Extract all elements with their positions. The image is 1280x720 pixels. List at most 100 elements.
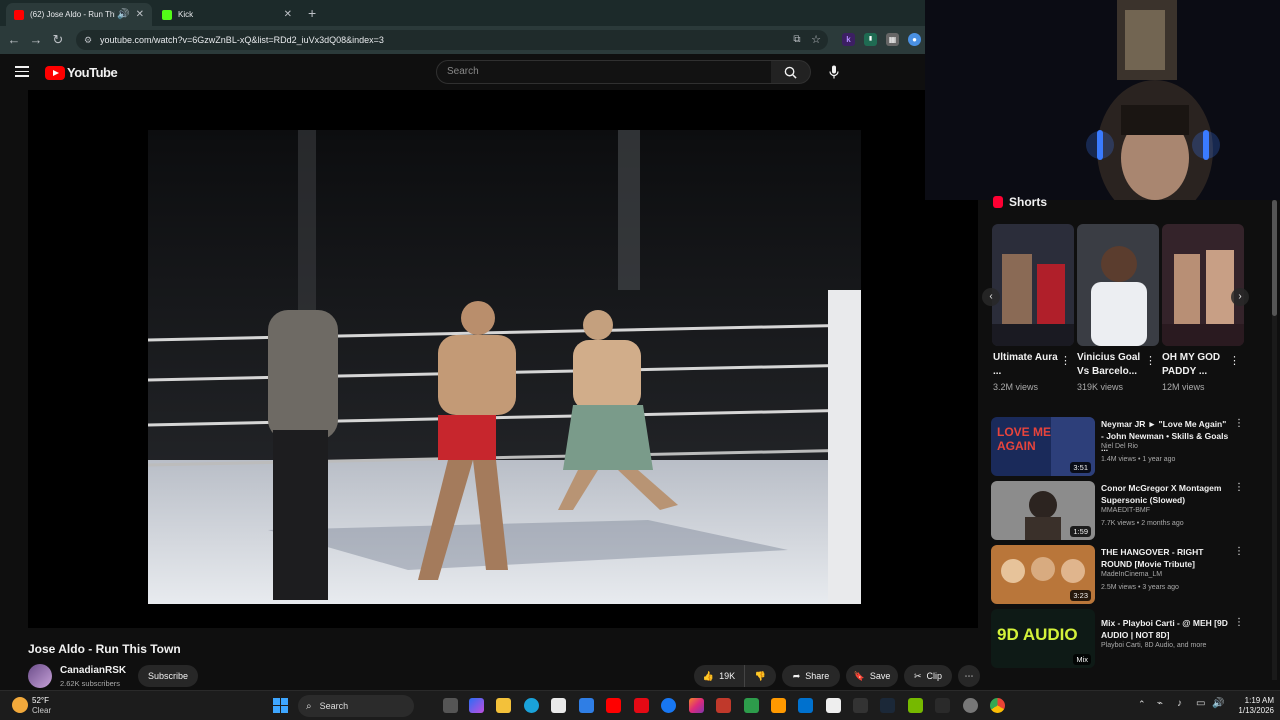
video-frame[interactable]	[148, 130, 861, 604]
extension-puzzle-icon[interactable]: ▦	[886, 33, 899, 46]
microphone-tray-icon[interactable]: ♪	[1177, 698, 1182, 709]
copilot-icon[interactable]	[469, 698, 484, 713]
dislike-button[interactable]: 👎	[744, 665, 776, 687]
tray-app-icon[interactable]: ⌁	[1157, 698, 1163, 709]
rec-thumbnail[interactable]: 3:23	[991, 545, 1095, 604]
chevron-up-icon[interactable]: ⌃	[1138, 699, 1146, 710]
like-button[interactable]: 👍 19K	[694, 665, 744, 687]
volume-icon[interactable]: 🔊	[1212, 698, 1224, 709]
scissors-icon: ✂	[913, 670, 922, 681]
weather-temperature[interactable]: 52°F	[32, 696, 49, 705]
youtube-header: YouTube Search	[0, 54, 925, 90]
task-view-icon[interactable]	[443, 698, 458, 713]
rec-channel[interactable]: MadeInCinema_LM	[1101, 571, 1162, 578]
youtube-logo[interactable]: YouTube	[45, 65, 118, 80]
short-title[interactable]: Ultimate Aura ...	[993, 351, 1059, 379]
more-vertical-icon[interactable]: ⋮	[1234, 482, 1244, 493]
settings-gear-icon[interactable]	[963, 698, 978, 713]
channel-avatar[interactable]	[28, 664, 52, 688]
more-vertical-icon[interactable]: ⋮	[1060, 354, 1071, 367]
more-actions-button[interactable]: ⋯	[958, 665, 980, 687]
share-button[interactable]: ➦ Share	[782, 665, 840, 687]
shorts-next-button[interactable]: ›	[1231, 288, 1249, 306]
rec-channel[interactable]: Niel Del Rio	[1101, 443, 1138, 450]
clock-time[interactable]: 1:19 AM	[1234, 696, 1274, 705]
extension-k-icon[interactable]: k	[842, 33, 855, 46]
search-input[interactable]: Search	[436, 60, 772, 84]
short-thumbnail[interactable]	[992, 224, 1074, 346]
netflix-icon[interactable]	[634, 698, 649, 713]
calendar-app-icon[interactable]	[716, 698, 731, 713]
epic-games-icon[interactable]	[935, 698, 950, 713]
forward-arrow-icon[interactable]: →	[28, 32, 44, 47]
clip-button[interactable]: ✂ Clip	[904, 665, 952, 687]
boxing-ring-scene	[148, 130, 861, 604]
shorts-prev-button[interactable]: ‹	[982, 288, 1000, 306]
network-icon[interactable]: ▭	[1196, 698, 1205, 709]
short-title[interactable]: Vinicius Goal Vs Barcelo...	[1077, 351, 1143, 379]
close-tab-icon[interactable]: ✕	[136, 9, 144, 20]
site-info-icon[interactable]: ⚙	[84, 35, 94, 46]
rec-title[interactable]: Mix - Playboi Carti - @ MEH [9D AUDIO | …	[1101, 617, 1231, 641]
subscribe-button[interactable]: Subscribe	[138, 665, 198, 687]
chrome-icon[interactable]	[990, 698, 1005, 713]
roblox-icon[interactable]	[826, 698, 841, 713]
nvidia-icon[interactable]	[908, 698, 923, 713]
extension-blue-icon[interactable]: ●	[908, 33, 921, 46]
speaker-icon: 🔊	[117, 9, 130, 20]
share-label: Share	[805, 671, 830, 681]
file-explorer-icon[interactable]	[496, 698, 511, 713]
search-icon	[784, 66, 797, 79]
facebook-icon[interactable]	[661, 698, 676, 713]
walmart-icon[interactable]	[798, 698, 813, 713]
taskbar-search[interactable]: ⌕ Search	[298, 695, 414, 717]
rec-channel[interactable]: MMAEDIT-BMF	[1101, 507, 1150, 514]
reload-icon[interactable]: ↻	[50, 32, 66, 48]
short-thumbnail[interactable]	[1077, 224, 1159, 346]
short-thumbnail-image	[1077, 224, 1159, 346]
rec-thumbnail[interactable]: 1:59	[991, 481, 1095, 540]
browser-tab-strip: (62) Jose Aldo - Run This To 🔊 ✕ Kick ✕ …	[0, 0, 925, 26]
amazon-icon[interactable]	[771, 698, 786, 713]
bookmark-star-icon[interactable]: ☆	[808, 33, 824, 46]
edge-browser-icon[interactable]	[524, 698, 539, 713]
new-tab-button[interactable]: +	[308, 5, 316, 21]
microsoft-store-icon[interactable]	[551, 698, 566, 713]
short-title[interactable]: OH MY GOD PADDY ...	[1162, 351, 1228, 379]
hamburger-menu-icon[interactable]	[15, 66, 29, 77]
rec-title[interactable]: Conor McGregor X Montagem Supersonic (Sl…	[1101, 482, 1231, 506]
rec-title[interactable]: THE HANGOVER - RIGHT ROUND [Movie Tribut…	[1101, 546, 1231, 570]
more-vertical-icon[interactable]: ⋮	[1229, 354, 1240, 367]
windows-start-icon[interactable]	[273, 698, 288, 713]
extension-meter-icon[interactable]: ▮	[864, 33, 877, 46]
address-bar[interactable]: ⚙ youtube.com/watch?v=6GzwZnBL-xQ&list=R…	[76, 30, 828, 50]
tab-title: Kick	[178, 10, 194, 19]
app-icon[interactable]	[744, 698, 759, 713]
more-vertical-icon[interactable]: ⋮	[1234, 546, 1244, 557]
install-app-icon[interactable]: ⧉	[789, 34, 805, 45]
back-arrow-icon[interactable]: ←	[6, 32, 22, 47]
more-vertical-icon[interactable]: ⋮	[1145, 354, 1156, 367]
tab-youtube[interactable]: (62) Jose Aldo - Run This To 🔊 ✕	[6, 3, 152, 26]
channel-name[interactable]: CanadianRSK	[60, 665, 126, 676]
rec-thumbnail[interactable]: LOVE ME AGAIN 3:51	[991, 417, 1095, 476]
steam-icon[interactable]	[880, 698, 895, 713]
rec-thumbnail[interactable]: 9D AUDIO Mix	[991, 609, 1095, 668]
short-thumbnail[interactable]	[1162, 224, 1244, 346]
instagram-icon[interactable]	[689, 698, 704, 713]
weather-moon-icon[interactable]	[12, 697, 28, 713]
youtube-app-icon[interactable]	[606, 698, 621, 713]
clock-date[interactable]: 1/13/2026	[1228, 706, 1274, 715]
tab-kick[interactable]: Kick ✕	[154, 3, 300, 26]
more-vertical-icon[interactable]: ⋮	[1234, 617, 1244, 628]
search-button[interactable]	[771, 60, 811, 84]
thumbs-up-icon: 👍	[702, 670, 715, 681]
save-button[interactable]: 🔖 Save	[846, 665, 898, 687]
app-c-icon[interactable]	[853, 698, 868, 713]
sidebar-scroll-thumb[interactable]	[1272, 200, 1277, 316]
outlook-icon[interactable]	[579, 698, 594, 713]
more-vertical-icon[interactable]: ⋮	[1234, 418, 1244, 429]
close-tab-icon[interactable]: ✕	[284, 9, 292, 20]
rec-channel[interactable]: Playboi Carti, 8D Audio, and more	[1101, 642, 1206, 649]
voice-search-button[interactable]	[824, 62, 844, 82]
